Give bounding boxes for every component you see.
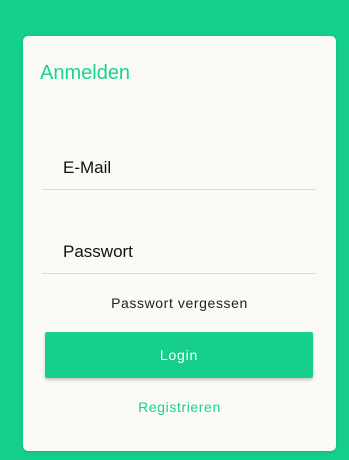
password-field-container xyxy=(42,230,316,274)
email-field-container xyxy=(42,146,316,190)
login-card: Anmelden Passwort vergessen Login Regist… xyxy=(23,36,336,451)
login-button[interactable]: Login xyxy=(45,332,313,378)
login-title: Anmelden xyxy=(40,62,131,84)
email-field[interactable] xyxy=(42,146,316,189)
forgot-password-link[interactable]: Passwort vergessen xyxy=(23,294,336,312)
password-field[interactable] xyxy=(42,230,316,273)
register-link[interactable]: Registrieren xyxy=(23,398,336,416)
